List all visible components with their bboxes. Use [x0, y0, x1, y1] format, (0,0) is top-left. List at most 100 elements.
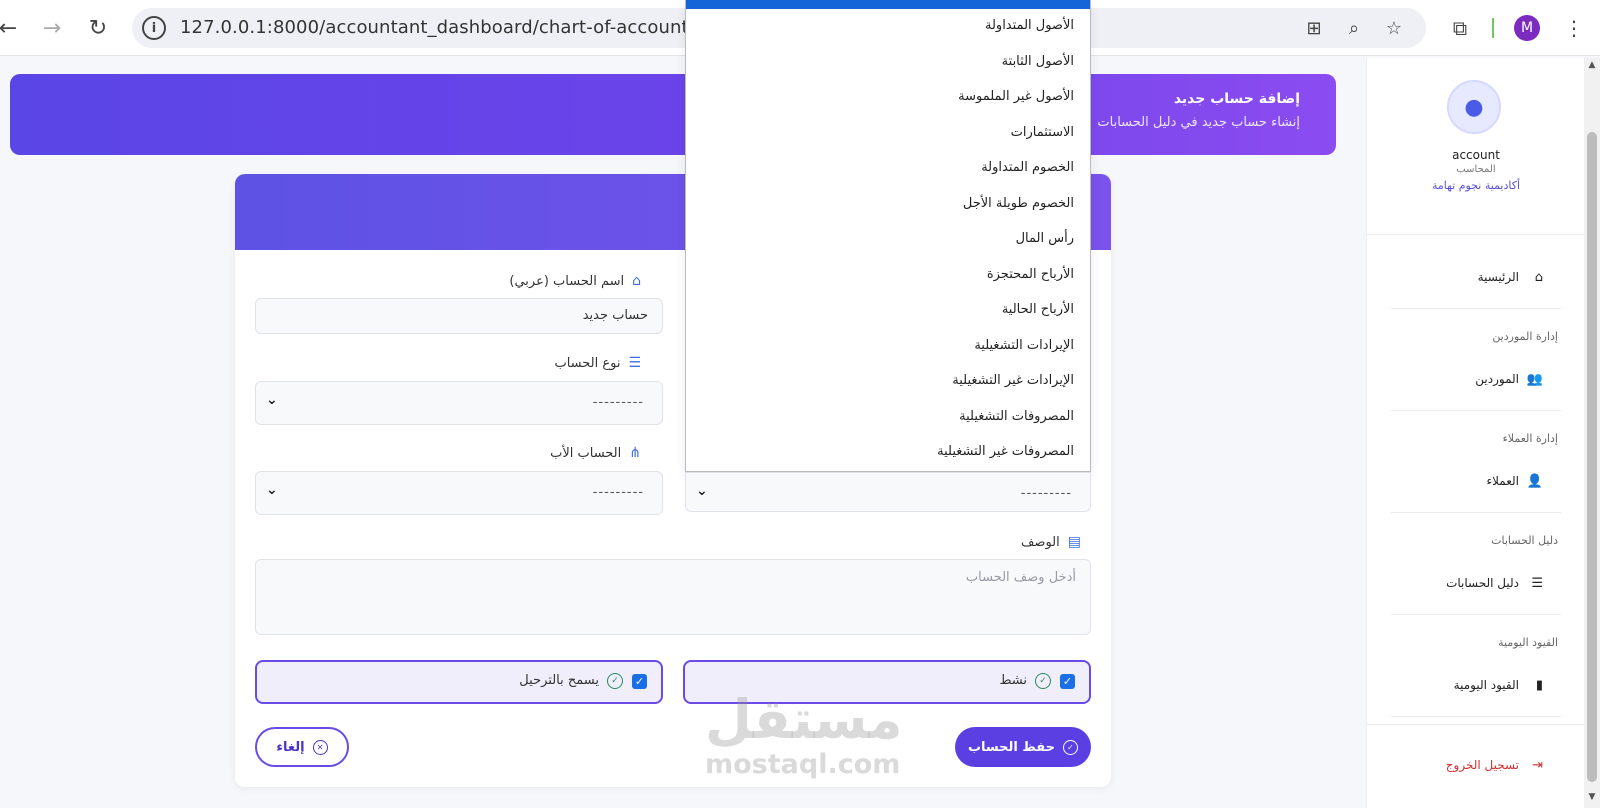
dropdown-option[interactable]: الأصول غير الملموسة — [958, 89, 1074, 104]
account-category-select[interactable]: --------- ⌄ — [685, 472, 1091, 512]
dropdown-option[interactable]: رأس المال — [1016, 231, 1074, 246]
save-button-label: حفظ الحساب — [967, 739, 1056, 755]
bookmark-star-icon[interactable]: ☆ — [1382, 16, 1406, 40]
account-category-dropdown: الأصول المتداولة الأصول الثابتة الأصول غير… — [685, 0, 1091, 472]
save-account-button[interactable]: حفظ الحساب ✓ — [955, 727, 1091, 767]
chevron-down-icon: ⌄ — [266, 482, 278, 498]
user-org: أكاديمية نجوم تهامة — [1431, 179, 1521, 192]
description-label: الوصف ▤ — [1021, 534, 1081, 550]
allow-posting-checkbox-box[interactable]: ✓ ✓ يسمح بالترحيل — [255, 660, 663, 704]
page-scrollbar[interactable]: ▲ ▼ — [1584, 58, 1600, 808]
scroll-down-icon[interactable]: ▼ — [1587, 792, 1597, 802]
site-info-icon[interactable]: i — [142, 16, 166, 40]
sidebar-item-journal-entries[interactable]: القيود اليومية ▮ — [1367, 678, 1585, 698]
account-category-value: --------- — [1020, 486, 1072, 501]
page-title: إضافة حساب جديد — [1173, 91, 1300, 107]
description-placeholder: أدخل وصف الحساب — [965, 570, 1076, 585]
logout-icon: ⇥ — [1532, 758, 1543, 773]
watermark: مستقل mostaql.com — [705, 688, 903, 790]
watermark-text: mostaql.com — [705, 749, 901, 780]
dropdown-highlight-option[interactable] — [686, 0, 1090, 9]
active-label: نشط — [999, 673, 1027, 688]
parent-account-select[interactable]: --------- ⌄ — [255, 471, 663, 515]
page-header-banner: إضافة حساب جديد إنشاء حساب جديد في دليل … — [10, 74, 1336, 155]
dropdown-option[interactable]: المصروفات غير التشغيلية — [937, 444, 1074, 459]
dropdown-option[interactable]: الأرباح المحتجزة — [987, 267, 1074, 282]
account-type-select[interactable]: --------- ⌄ — [255, 381, 663, 425]
divider — [1367, 234, 1585, 235]
parent-account-label: الحساب الأب ⋔ — [550, 445, 641, 461]
list-icon: ☰ — [628, 355, 641, 371]
dropdown-option[interactable]: الأصول المتداولة — [985, 18, 1074, 33]
cancel-button[interactable]: إلغاء ✕ — [255, 727, 349, 767]
url-text[interactable]: 127.0.0.1:8000/accountant_dashboard/char… — [180, 17, 745, 38]
divider — [1391, 512, 1561, 513]
extensions-icon[interactable]: ⧉ — [1444, 12, 1476, 44]
sidebar-item-label: الرئيسية — [1477, 270, 1519, 284]
divider — [1391, 614, 1561, 615]
sidebar-item-label: الموردين — [1475, 372, 1519, 386]
sidebar-item-home[interactable]: الرئيسية ⌂ — [1367, 270, 1585, 290]
menu-kebab-icon[interactable]: ⋮ — [1558, 12, 1590, 44]
back-icon[interactable]: ← — [0, 12, 24, 44]
divider — [1391, 308, 1561, 309]
dropdown-option[interactable]: الخصوم طويلة الأجل — [963, 196, 1074, 211]
home-icon: ⌂ — [1534, 270, 1543, 285]
book-icon: ▮ — [1535, 678, 1543, 693]
sidebar-item-suppliers[interactable]: الموردين 👥 — [1367, 372, 1585, 392]
name-ar-input[interactable]: حساب جديد — [255, 298, 663, 334]
dropdown-option[interactable]: الأصول الثابتة — [1002, 54, 1074, 69]
check-circle-icon: ✓ — [1035, 673, 1051, 689]
sidebar-item-label: القيود اليومية — [1453, 678, 1519, 692]
dropdown-option[interactable]: الإيرادات التشغيلية — [974, 338, 1074, 353]
description-textarea[interactable]: أدخل وصف الحساب — [255, 559, 1091, 635]
dropdown-option[interactable]: الإيرادات غير التشغيلية — [952, 373, 1074, 388]
translate-icon[interactable]: ⊞ — [1302, 16, 1326, 40]
parent-account-value: --------- — [592, 485, 644, 500]
account-type-label-text: نوع الحساب — [554, 355, 621, 371]
user-avatar-icon: ● — [1447, 80, 1501, 134]
account-type-label: نوع الحساب ☰ — [554, 355, 641, 371]
divider — [1391, 716, 1561, 717]
dropdown-option[interactable]: الاستثمارات — [1011, 125, 1074, 140]
active-checkbox[interactable]: ✓ — [1060, 674, 1075, 689]
chevron-down-icon: ⌄ — [266, 392, 278, 408]
zoom-icon[interactable]: ⌕ — [1342, 16, 1366, 40]
watermark-logo: مستقل — [705, 688, 903, 751]
page-scrollbar-thumb[interactable] — [1587, 132, 1597, 782]
page-subtitle: إنشاء حساب جديد في دليل الحسابات — [1097, 115, 1300, 130]
divider — [1492, 18, 1494, 38]
logout-button[interactable]: تسجيل الخروج ⇥ — [1367, 758, 1585, 778]
dropdown-option[interactable]: المصروفات التشغيلية — [959, 409, 1074, 424]
section-chart-of-accounts-title: دليل الحسابات — [1491, 534, 1558, 547]
reload-icon[interactable]: ↻ — [82, 12, 114, 44]
section-journal-entries-title: القيود اليومية — [1498, 636, 1558, 649]
name-ar-label: اسم الحساب (عربي) ⌂ — [509, 273, 641, 289]
name-ar-value: حساب جديد — [582, 308, 648, 323]
tag-icon: ⌂ — [632, 273, 641, 289]
close-circle-icon: ✕ — [312, 739, 328, 755]
sidebar-item-chart-of-accounts[interactable]: دليل الحسابات ☰ — [1367, 576, 1585, 596]
forward-icon[interactable]: → — [36, 12, 68, 44]
section-suppliers-title: إدارة الموردين — [1492, 330, 1558, 343]
user-role: المحاسب — [1456, 164, 1496, 175]
profile-avatar[interactable]: M — [1514, 15, 1540, 41]
section-customers-title: إدارة العملاء — [1502, 432, 1558, 445]
document-icon: ▤ — [1067, 534, 1081, 550]
sidebar-item-customers[interactable]: العملاء 👤 — [1367, 474, 1585, 494]
users-icon: 👥 — [1526, 372, 1543, 387]
list-icon: ☰ — [1531, 576, 1543, 591]
allow-posting-checkbox[interactable]: ✓ — [632, 674, 647, 689]
cancel-button-label: إلغاء — [276, 739, 305, 755]
description-label-text: الوصف — [1020, 534, 1060, 550]
name-ar-label-text: اسم الحساب (عربي) — [509, 273, 625, 289]
sidebar: ● account المحاسب أكاديمية نجوم تهامة ال… — [1366, 58, 1585, 808]
dropdown-option[interactable]: الأرباح الحالية — [1002, 302, 1074, 317]
dropdown-option[interactable]: الخصوم المتداولة — [981, 160, 1074, 175]
user-icon: 👤 — [1526, 474, 1543, 489]
logout-label: تسجيل الخروج — [1445, 758, 1519, 772]
allow-posting-label: يسمح بالترحيل — [519, 673, 599, 688]
hierarchy-icon: ⋔ — [629, 445, 641, 461]
chevron-down-icon: ⌄ — [696, 483, 708, 499]
scroll-up-icon[interactable]: ▲ — [1587, 60, 1597, 70]
